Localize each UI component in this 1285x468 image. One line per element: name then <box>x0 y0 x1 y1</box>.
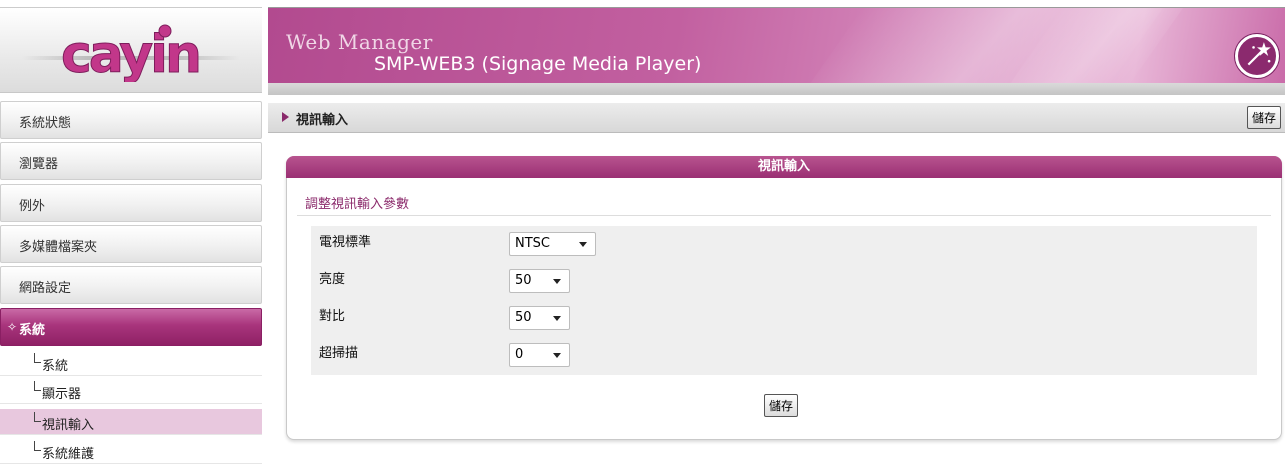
panel-description: 調整視訊輸入參數 <box>305 197 410 212</box>
tree-branch-icon <box>34 353 41 363</box>
form-row-brightness: 亮度 50 <box>311 263 1257 295</box>
sparkle-icon: ✧ <box>7 320 18 334</box>
sidebar-item-label: 多媒體檔案夾 <box>19 240 98 255</box>
sidebar-item-label: 瀏覽器 <box>19 157 59 172</box>
save-button[interactable]: 儲存 <box>764 394 799 417</box>
form-row-tv-standard: 電視標準 NTSC <box>311 226 1257 258</box>
settings-form: 電視標準 NTSC 亮度 50 對比 50 超掃描 0 <box>311 226 1257 375</box>
cayin-logo: cayin <box>60 24 203 82</box>
overscan-select[interactable]: 0 <box>509 343 570 367</box>
video-input-panel: 視訊輸入 調整視訊輸入參數 電視標準 NTSC 亮度 50 對比 50 超掃描 <box>286 156 1282 440</box>
brightness-label: 亮度 <box>319 272 346 287</box>
sidebar-item-label: 系統狀態 <box>19 116 72 131</box>
chevron-down-icon <box>553 316 561 321</box>
sidebar: cayin 系統狀態 瀏覽器 例外 多媒體檔案夾 網路設定 ✧ 系統 系統 顯示… <box>0 0 262 468</box>
sidebar-item-browser[interactable]: 瀏覽器 <box>0 142 262 180</box>
sidebar-item-label: 網路設定 <box>19 281 72 296</box>
sidebar-subitem-label: 顯示器 <box>42 387 82 402</box>
sidebar-item-network-settings[interactable]: 網路設定 <box>0 266 262 304</box>
tv-standard-label: 電視標準 <box>319 235 372 250</box>
chevron-down-icon <box>553 353 561 358</box>
logo-text: cayin <box>61 25 199 82</box>
contrast-label: 對比 <box>319 309 346 324</box>
sidebar-subitem-label: 系統維護 <box>42 447 95 462</box>
tv-standard-select[interactable]: NTSC <box>509 232 596 256</box>
brightness-select[interactable]: 50 <box>509 269 570 293</box>
sidebar-subitem-video-input[interactable]: 視訊輸入 <box>0 409 262 435</box>
tree-branch-icon <box>34 381 41 391</box>
select-value: 50 <box>515 310 532 325</box>
app-subtitle: SMP-WEB3 (Signage Media Player) <box>374 53 702 75</box>
panel-title: 視訊輸入 <box>286 156 1282 178</box>
sidebar-item-media-folder[interactable]: 多媒體檔案夾 <box>0 225 262 263</box>
sidebar-subitem-label: 系統 <box>42 359 69 374</box>
form-row-contrast: 對比 50 <box>311 300 1257 332</box>
header-banner: Web Manager SMP-WEB3 (Signage Media Play… <box>268 7 1285 95</box>
save-button[interactable]: 儲存 <box>1246 106 1281 129</box>
app-title: Web Manager <box>286 30 433 54</box>
tree-branch-icon <box>34 412 41 422</box>
magic-wand-icon[interactable] <box>1235 34 1279 78</box>
select-value: NTSC <box>515 236 550 251</box>
sidebar-subitem-label: 視訊輸入 <box>42 418 95 433</box>
logo-area: cayin <box>0 7 262 93</box>
select-value: 0 <box>515 347 524 362</box>
breadcrumb: 視訊輸入 儲存 <box>268 103 1285 133</box>
sidebar-item-exception[interactable]: 例外 <box>0 184 262 222</box>
chevron-down-icon <box>579 242 587 247</box>
triangle-right-icon <box>282 112 289 122</box>
divider <box>297 215 1271 216</box>
overscan-label: 超掃描 <box>319 346 359 361</box>
sidebar-subitem-system[interactable]: 系統 <box>0 350 262 376</box>
tree-branch-icon <box>34 441 41 451</box>
sidebar-subitem-system-maintenance[interactable]: 系統維護 <box>0 438 262 464</box>
sidebar-item-label: 例外 <box>19 199 46 214</box>
page-title: 視訊輸入 <box>296 113 349 128</box>
sidebar-item-system-status[interactable]: 系統狀態 <box>0 101 262 139</box>
form-row-overscan: 超掃描 0 <box>311 337 1257 369</box>
sidebar-subitem-display[interactable]: 顯示器 <box>0 378 262 404</box>
header-bottom-band <box>268 83 1285 95</box>
sidebar-item-label: 系統 <box>19 323 46 338</box>
sidebar-item-system[interactable]: ✧ 系統 <box>0 308 262 346</box>
select-value: 50 <box>515 273 532 288</box>
chevron-down-icon <box>553 279 561 284</box>
contrast-select[interactable]: 50 <box>509 306 570 330</box>
